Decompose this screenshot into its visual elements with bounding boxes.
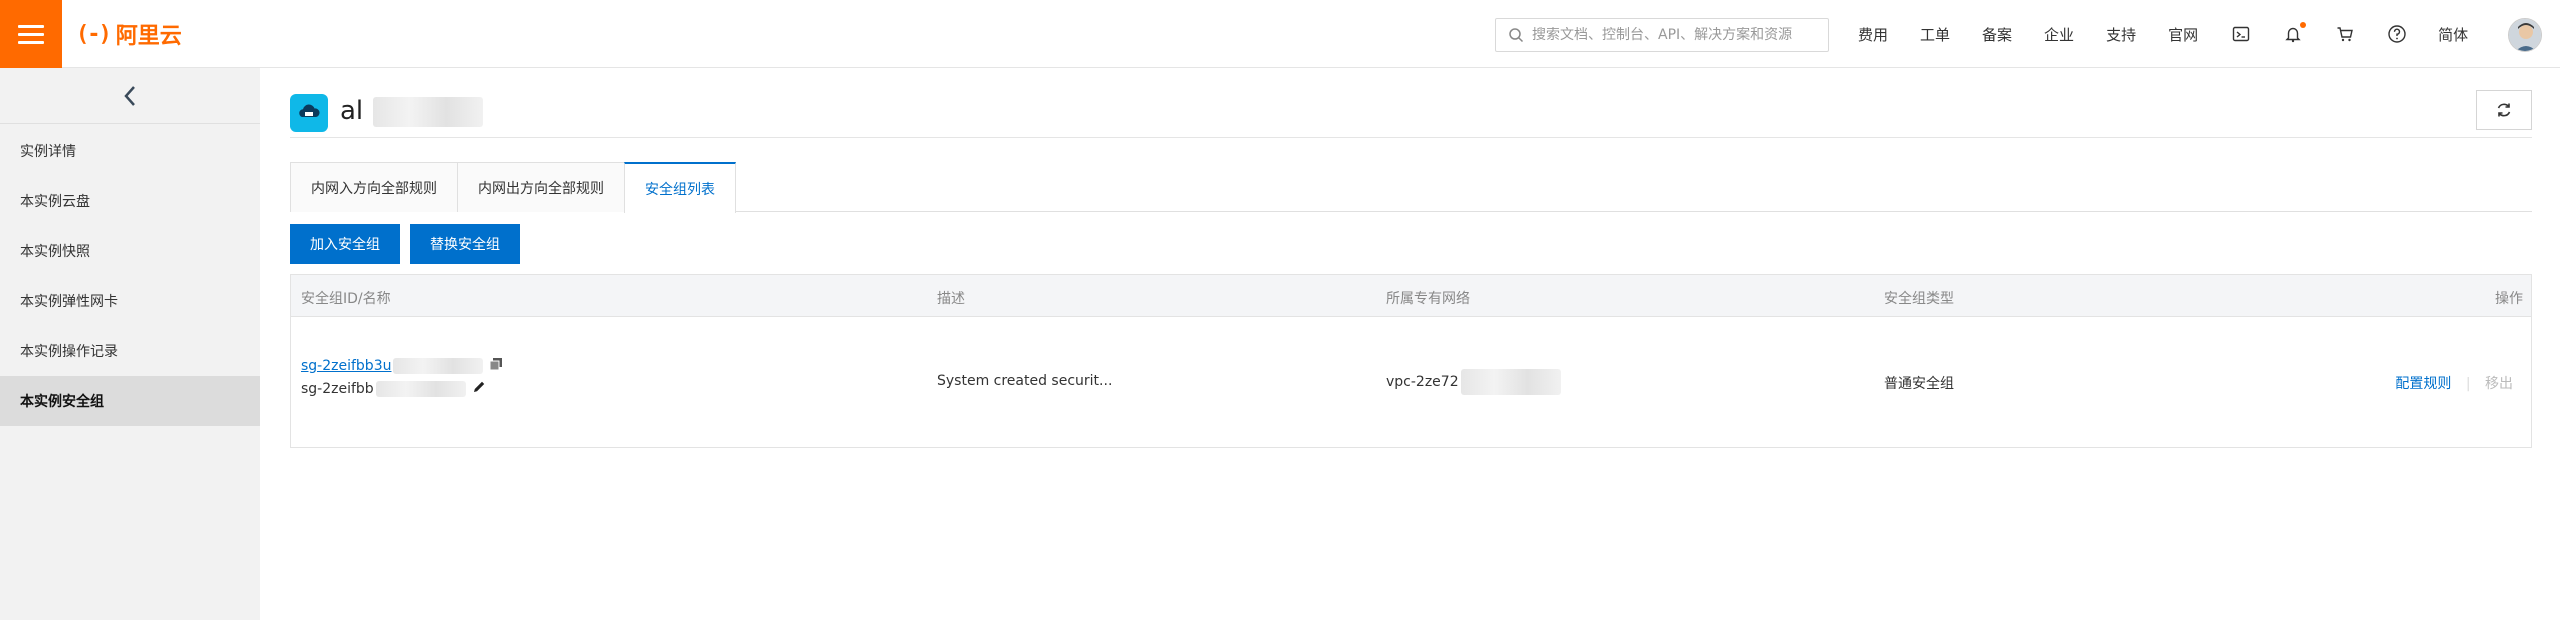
- tab-outbound-rules[interactable]: 内网出方向全部规则: [457, 162, 625, 212]
- cart-icon[interactable]: [2334, 23, 2356, 45]
- sidebar-item-security-groups[interactable]: 本实例安全组: [0, 376, 260, 426]
- cell-type: 普通安全组: [1884, 376, 1954, 392]
- replace-security-group-button[interactable]: 替换安全组: [410, 224, 520, 264]
- collapse-sidebar-button[interactable]: [0, 68, 260, 124]
- search-box[interactable]: [1495, 18, 1829, 52]
- column-header-id-name: 安全组ID/名称: [301, 291, 391, 307]
- table-header: 安全组ID/名称 描述 所属专有网络 安全组类型 操作: [291, 275, 2531, 317]
- search-icon: [1509, 28, 1524, 43]
- main-content: al 内网入方向全部规则 内网出方向全部规则 安全组列表 加入安全组 替换安全组…: [290, 68, 2532, 620]
- join-security-group-button[interactable]: 加入安全组: [290, 224, 400, 264]
- cell-vpc: vpc-2ze72: [1386, 369, 1561, 395]
- help-icon[interactable]: [2386, 23, 2408, 45]
- cell-description: System created securit...: [937, 373, 1113, 389]
- logo-mark: (-): [76, 21, 112, 47]
- instance-name: al: [340, 96, 364, 126]
- tab-bar: 内网入方向全部规则 内网出方向全部规则 安全组列表: [290, 162, 2532, 213]
- terminal-icon[interactable]: [2230, 23, 2252, 45]
- search-input[interactable]: [1532, 27, 1822, 43]
- sidebar-item-operation-logs[interactable]: 本实例操作记录: [0, 326, 260, 376]
- refresh-button[interactable]: [2476, 90, 2532, 130]
- top-nav: 费用 工单 备案 企业 支持 官网 简体: [1858, 0, 2500, 68]
- nav-tickets[interactable]: 工单: [1920, 24, 1950, 45]
- sidebar-item-disks[interactable]: 本实例云盘: [0, 176, 260, 226]
- sidebar-list: 实例详情 本实例云盘 本实例快照 本实例弹性网卡 本实例操作记录 本实例安全组: [0, 126, 260, 426]
- notification-dot: [2300, 22, 2307, 28]
- column-header-actions: 操作: [2495, 291, 2523, 307]
- sidebar-item-instance-details[interactable]: 实例详情: [0, 126, 260, 176]
- vpc-id: vpc-2ze72: [1386, 374, 1459, 390]
- security-group-table: 安全组ID/名称 描述 所属专有网络 安全组类型 操作 sg-2zeifbb3u…: [290, 274, 2532, 448]
- top-bar: (-) 阿里云 费用 工单 备案 企业 支持 官网 简体: [0, 0, 2560, 68]
- user-avatar[interactable]: [2508, 18, 2542, 52]
- copy-icon[interactable]: [489, 357, 503, 375]
- configure-rules-link[interactable]: 配置规则: [2395, 376, 2451, 392]
- nav-icp-filing[interactable]: 备案: [1982, 24, 2012, 45]
- refresh-icon: [2497, 103, 2511, 117]
- language-switch[interactable]: 简体: [2438, 24, 2468, 45]
- action-buttons: 加入安全组 替换安全组: [290, 224, 520, 264]
- instance-icon: [290, 94, 328, 132]
- action-separator: |: [2465, 376, 2471, 392]
- edit-icon[interactable]: [472, 380, 486, 398]
- cell-id-name: sg-2zeifbb3u sg-2zeifbb: [301, 355, 511, 401]
- bell-icon[interactable]: [2282, 22, 2307, 45]
- redacted-id: [393, 358, 484, 374]
- nav-official-site[interactable]: 官网: [2168, 24, 2198, 45]
- logo-text: 阿里云: [115, 24, 182, 49]
- sidebar-item-eni[interactable]: 本实例弹性网卡: [0, 276, 260, 326]
- nav-support[interactable]: 支持: [2106, 24, 2136, 45]
- security-group-name: sg-2zeifbb: [301, 381, 374, 397]
- redacted-name-text: [375, 381, 466, 397]
- column-header-vpc: 所属专有网络: [1386, 291, 1470, 307]
- remove-link[interactable]: 移出: [2485, 376, 2513, 392]
- tab-security-group-list[interactable]: 安全组列表: [624, 162, 736, 213]
- table-row: sg-2zeifbb3u sg-2zeifbb System created s…: [291, 317, 2531, 447]
- security-group-id-link[interactable]: sg-2zeifbb3u: [301, 358, 391, 374]
- instance-title: al: [340, 96, 484, 127]
- instance-header: al: [290, 88, 2532, 138]
- hamburger-menu-button[interactable]: [0, 0, 62, 68]
- column-header-description: 描述: [937, 291, 965, 307]
- sidebar-item-snapshots[interactable]: 本实例快照: [0, 226, 260, 276]
- tab-inbound-rules[interactable]: 内网入方向全部规则: [290, 162, 458, 212]
- nav-enterprise[interactable]: 企业: [2044, 24, 2074, 45]
- sidebar: 实例详情 本实例云盘 本实例快照 本实例弹性网卡 本实例操作记录 本实例安全组: [0, 68, 260, 620]
- chevron-left-icon: [124, 85, 135, 106]
- column-header-type: 安全组类型: [1884, 291, 1954, 307]
- aliyun-logo[interactable]: (-) 阿里云: [76, 18, 182, 50]
- nav-billing[interactable]: 费用: [1858, 24, 1888, 45]
- redacted-name: [373, 96, 484, 127]
- cell-actions: 配置规则 | 移出: [2395, 373, 2513, 393]
- redacted-vpc: [1460, 369, 1561, 395]
